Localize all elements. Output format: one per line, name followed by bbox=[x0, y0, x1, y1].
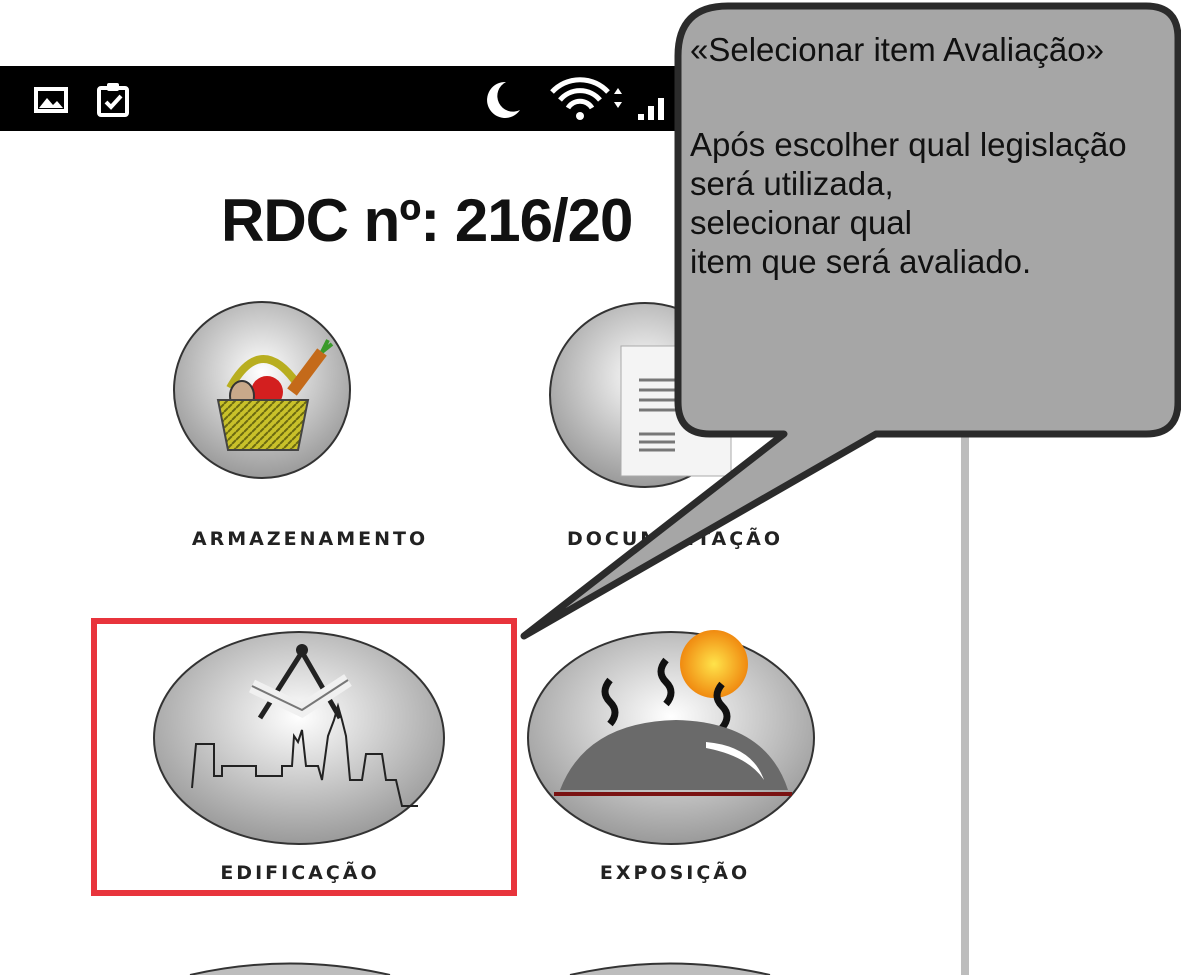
callout-line: item que será avaliado. bbox=[690, 243, 1032, 280]
tile-partial-right[interactable] bbox=[560, 960, 780, 975]
moon-icon bbox=[487, 81, 520, 118]
tile-documentacao[interactable]: DOCUMENTAÇÃO bbox=[520, 300, 830, 560]
image-icon bbox=[34, 87, 68, 113]
panel-divider bbox=[961, 430, 969, 975]
callout-line: Após escolher qual legislação bbox=[690, 126, 1127, 163]
page-title: RDC nº: 216/20 bbox=[221, 187, 633, 254]
document-icon bbox=[549, 302, 735, 488]
callout-line: selecionar qual bbox=[690, 204, 912, 241]
tile-exposicao[interactable]: EXPOSIÇÃO bbox=[520, 630, 830, 890]
tile-label: DOCUMENTAÇÃO bbox=[566, 528, 784, 550]
basket-icon bbox=[173, 301, 351, 479]
food-cloche-icon bbox=[527, 630, 815, 845]
callout-text: «Selecionar item Avaliação» Após escolhe… bbox=[690, 30, 1180, 281]
callout-heading: «Selecionar item Avaliação» bbox=[690, 31, 1104, 68]
tile-label: EXPOSIÇÃO bbox=[599, 862, 751, 884]
clipboard-check-icon bbox=[97, 83, 129, 117]
callout-line: será utilizada, bbox=[690, 165, 894, 202]
tile-label: ARMAZENAMENTO bbox=[191, 528, 429, 550]
tile-armazenamento[interactable]: ARMAZENAMENTO bbox=[150, 300, 470, 560]
highlight-box bbox=[91, 618, 517, 896]
tile-partial-left[interactable] bbox=[180, 960, 400, 975]
signal-icon bbox=[638, 98, 664, 120]
wifi-icon bbox=[550, 77, 622, 120]
